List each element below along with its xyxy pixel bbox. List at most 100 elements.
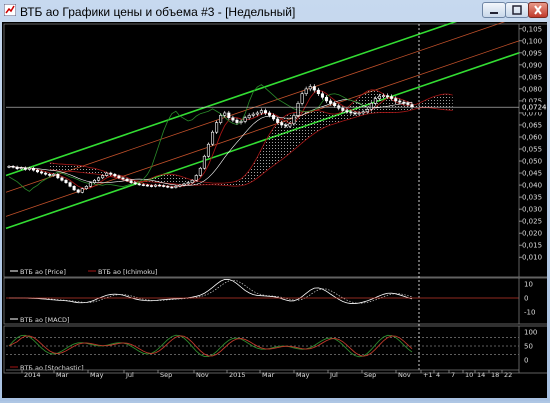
candle-body	[64, 179, 68, 183]
lower-channel-line	[5, 52, 520, 230]
ichimoku-cloud	[49, 89, 453, 187]
candle-body	[84, 185, 88, 189]
candle-body	[365, 109, 369, 113]
candle-body	[137, 183, 141, 186]
candle-body	[76, 189, 80, 193]
candle-body	[386, 95, 390, 97]
candle-body	[402, 101, 406, 104]
y-tick-label: 0,055	[522, 146, 542, 154]
time-axis-label: May	[296, 371, 310, 379]
candle-body	[117, 175, 121, 179]
macd-panel-frame	[3, 277, 550, 325]
candle-body	[377, 95, 381, 99]
time-axis-label: Jul	[329, 371, 338, 379]
minimize-button[interactable]	[482, 2, 506, 18]
macd-legend-label: ВТБ ао [MACD]	[20, 316, 70, 324]
candle-body	[194, 175, 198, 181]
candle-body	[206, 143, 210, 157]
minimize-icon	[490, 12, 498, 14]
candle-body	[56, 173, 60, 179]
candle-body	[202, 155, 206, 169]
candle-body	[219, 115, 223, 123]
candle-body	[52, 173, 56, 176]
time-axis-label: 10	[465, 371, 473, 379]
candle-body	[178, 184, 182, 187]
candle-body	[304, 88, 308, 95]
candle-body	[158, 184, 162, 187]
candle-body	[105, 172, 109, 176]
y-tick-label: 0,090	[522, 61, 542, 69]
stoch-y-tick-label: 100	[524, 329, 537, 337]
time-axis-label: Jul	[125, 371, 134, 379]
candle-body	[320, 93, 324, 98]
time-axis-label: May	[90, 371, 104, 379]
candle-body	[162, 185, 166, 187]
candle-body	[125, 178, 129, 182]
candle-body	[353, 112, 357, 115]
legend-item: ВТБ ао [Ichimoku]	[98, 268, 157, 276]
candle-body	[198, 167, 202, 176]
candle-body	[316, 89, 320, 95]
candle-body	[349, 111, 353, 114]
candle-body	[308, 86, 312, 90]
candle-body	[312, 86, 316, 91]
macd-y-tick-label: -10	[524, 309, 535, 317]
y-tick-label: 0,015	[522, 242, 542, 250]
candle-body	[231, 117, 235, 121]
candle-body	[113, 173, 117, 177]
candle-body	[390, 96, 394, 99]
macd-line	[9, 279, 413, 304]
candle-body	[92, 179, 97, 183]
chart-area[interactable]: 0,105 0,100 0,095 0,090 0,085 0,080 0,075 0,070…	[2, 0, 550, 398]
candle-body	[211, 131, 215, 145]
candle-body	[398, 100, 402, 103]
y-tick-label: 0,035	[522, 194, 542, 202]
candle-body	[223, 112, 227, 116]
y-tick-label: 0,060	[522, 133, 542, 141]
legend-item: ВТБ ао [Price]	[20, 268, 66, 276]
current-price-label: 0,07243	[522, 104, 547, 112]
time-axis-label: Mar	[56, 371, 69, 379]
candle-body	[259, 110, 263, 114]
close-button[interactable]	[528, 2, 548, 18]
candle-body	[268, 112, 272, 116]
candle-body	[190, 179, 194, 183]
macd-y-tick-label: 0	[524, 295, 528, 303]
close-icon	[534, 5, 542, 15]
candle-body	[101, 175, 105, 179]
candle-body	[345, 110, 349, 113]
time-axis-label: +1	[423, 371, 433, 379]
stoch-y-tick-label: 50	[524, 343, 533, 351]
y-tick-label: 0,095	[522, 49, 542, 57]
candle-body	[35, 169, 40, 173]
candle-body	[247, 115, 251, 119]
candle-body	[280, 122, 284, 126]
ichimoku-chikou-line	[8, 84, 364, 192]
candle-body	[255, 112, 259, 115]
candle-body	[31, 167, 35, 171]
macd-signal-line	[9, 279, 413, 304]
candle-body	[369, 103, 373, 110]
candle-body	[7, 166, 11, 168]
candle-body	[23, 167, 27, 170]
y-tick-label: 0,010	[522, 254, 542, 262]
time-axis-label: Nov	[398, 371, 411, 379]
maximize-button[interactable]	[505, 2, 529, 18]
title-bar[interactable]: ВТБ ао Графики цены и объема #3 - [Недел…	[0, 0, 550, 22]
candle-body	[141, 184, 145, 186]
time-axis-label: 18	[491, 371, 499, 379]
candle-body	[296, 103, 300, 116]
time-axis-label: 22	[504, 371, 512, 379]
candle-body	[288, 123, 292, 127]
candle-body	[11, 166, 15, 168]
candle-body	[27, 167, 31, 170]
y-tick-label: 0,100	[522, 37, 542, 45]
candle-body	[19, 167, 23, 170]
candle-body	[300, 93, 304, 104]
candle-body	[15, 166, 19, 170]
candle-body	[80, 188, 84, 193]
y-tick-label: 0,105	[522, 25, 542, 33]
candle-body	[215, 122, 219, 133]
stoch-panel-frame	[3, 325, 550, 374]
candle-body	[97, 177, 101, 181]
